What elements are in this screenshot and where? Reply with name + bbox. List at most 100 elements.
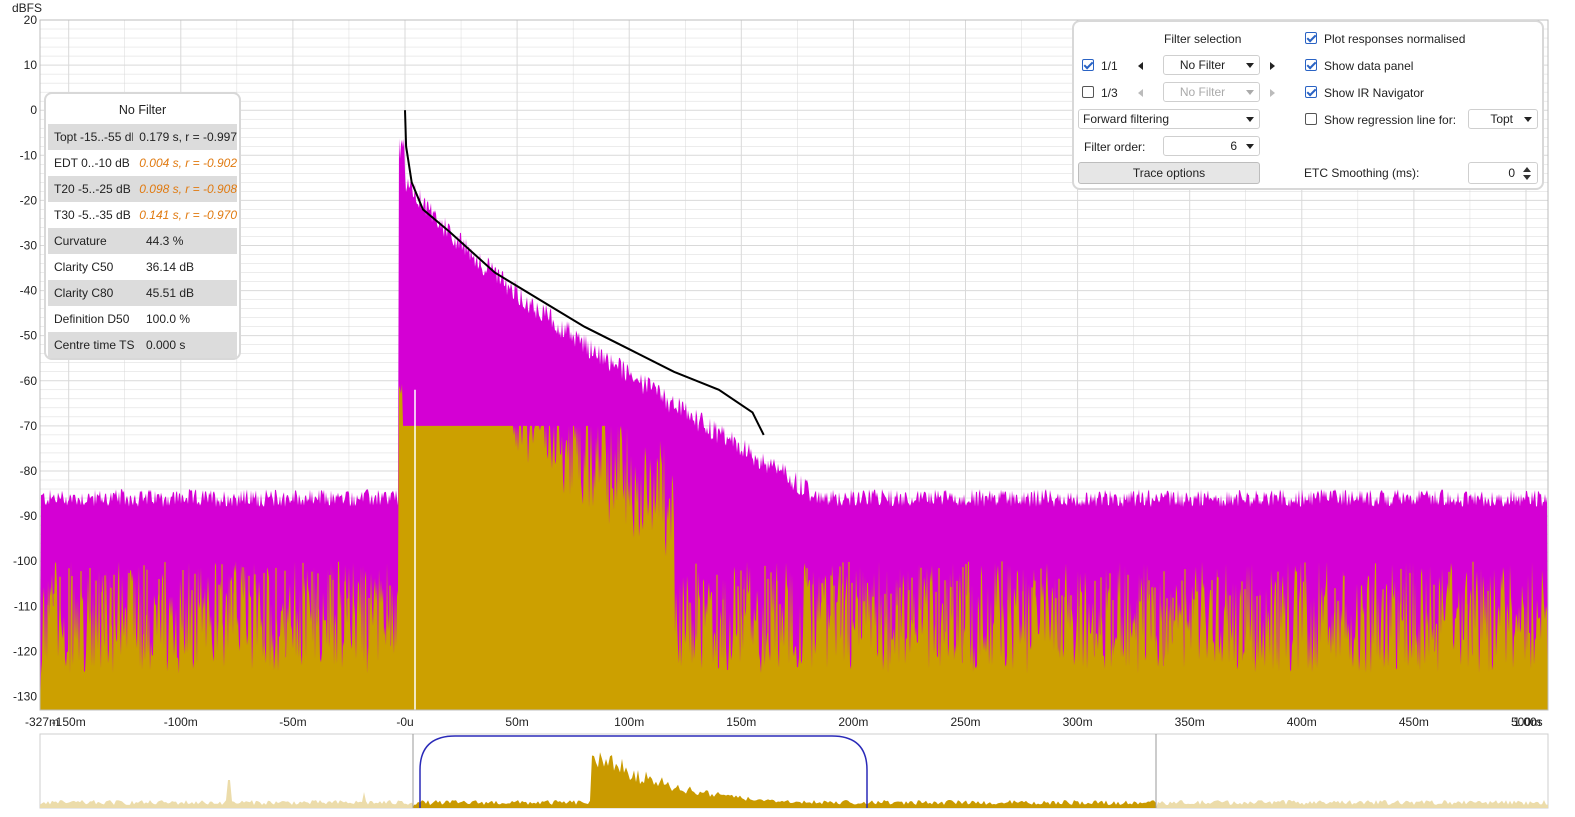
data-panel-row-label: T30 -5..-35 dB — [54, 208, 131, 222]
data-panel-row-value: 0.098 s, r = -0.908 — [139, 182, 237, 196]
data-panel-row: EDT 0..-10 dB 0.004 s, r = -0.902 — [48, 150, 237, 176]
x-tick-label: -0u — [396, 715, 413, 729]
filter-selection-title: Filter selection — [1164, 32, 1242, 46]
data-panel-row-value: 45.51 dB — [146, 286, 195, 300]
show-regression-checkbox[interactable] — [1305, 113, 1317, 125]
chevron-down-icon — [1524, 117, 1532, 122]
spinner-up-icon[interactable] — [1523, 167, 1531, 172]
filter-order-value: 6 — [1230, 139, 1237, 153]
octave-1-1-filter-dropdown[interactable]: No Filter — [1163, 55, 1260, 75]
data-panel-row-value: 44.3 % — [146, 234, 184, 248]
filter-panel: Filter selection 1/1 No Filter 1/3 No Fi… — [1072, 20, 1544, 190]
data-panel-row-label: Topt -15..-55 dB — [54, 130, 134, 144]
regression-metric-value: Topt — [1490, 112, 1513, 126]
y-axis-unit: dBFS — [12, 1, 42, 15]
etc-smoothing-label: ETC Smoothing (ms): — [1304, 166, 1420, 180]
ir-navigator-border — [39, 733, 1549, 809]
data-panel-row: Centre time TS 0.000 s — [48, 332, 237, 358]
show-ir-navigator-label: Show IR Navigator — [1324, 86, 1425, 100]
x-tick-label: 350m — [1175, 715, 1205, 729]
filtering-mode-dropdown[interactable]: Forward filtering — [1078, 109, 1260, 129]
x-tick-label: 1.00s — [1513, 715, 1542, 729]
octave-1-1-label: 1/1 — [1101, 59, 1118, 73]
data-panel-row: Clarity C50 36.14 dB — [48, 254, 237, 280]
y-tick-label: -40 — [20, 284, 38, 298]
data-panel-row-value: 0.000 s — [146, 338, 186, 352]
data-panel-row-label: Centre time TS — [54, 338, 135, 352]
ir-navigator[interactable] — [39, 733, 1549, 809]
data-panel-row-value: 0.141 s, r = -0.970 — [139, 208, 237, 222]
chevron-down-icon — [1246, 117, 1254, 122]
octave-1-3-prev-arrow-icon[interactable] — [1138, 89, 1143, 97]
y-tick-label: -60 — [20, 374, 38, 388]
y-tick-label: -110 — [14, 599, 37, 613]
y-tick-label: -70 — [20, 419, 38, 433]
x-tick-label: 300m — [1063, 715, 1093, 729]
data-panel-row: T20 -5..-25 dB 0.098 s, r = -0.908 — [48, 176, 237, 202]
x-tick-label: 200m — [838, 715, 868, 729]
x-tick-label: 50m — [505, 715, 528, 729]
etc-smoothing-spinner[interactable]: 0 — [1468, 162, 1538, 184]
trace-options-button[interactable]: Trace options — [1078, 162, 1260, 184]
data-panel-row: Definition D50 100.0 % — [48, 306, 237, 332]
y-tick-label: -30 — [20, 238, 38, 252]
data-panel-row: Clarity C80 45.51 dB — [48, 280, 237, 306]
octave-1-3-filter-value: No Filter — [1179, 85, 1226, 99]
octave-1-3-label: 1/3 — [1101, 86, 1118, 100]
data-panel-row-value: 0.004 s, r = -0.902 — [139, 156, 237, 170]
octave-1-1-prev-arrow-icon[interactable] — [1138, 62, 1143, 70]
x-tick-label: -50m — [279, 715, 306, 729]
y-tick-label: -130 — [13, 689, 37, 703]
chevron-down-icon — [1246, 144, 1254, 149]
data-panel-row: Topt -15..-55 dB 0.179 s, r = -0.997 — [48, 124, 237, 150]
plot-normalised-label: Plot responses normalised — [1324, 32, 1466, 46]
plot-normalised-checkbox[interactable] — [1305, 32, 1317, 44]
etc-smoothing-value: 0 — [1508, 166, 1515, 180]
octave-1-1-next-arrow-icon[interactable] — [1270, 62, 1275, 70]
filter-order-label: Filter order: — [1084, 140, 1146, 154]
data-panel-row-label: Clarity C50 — [54, 260, 114, 274]
data-panel-row-value: 100.0 % — [146, 312, 191, 326]
data-panel-title: No Filter — [118, 103, 167, 117]
octave-1-3-filter-dropdown[interactable]: No Filter — [1163, 82, 1260, 102]
data-panel-row: Curvature 44.3 % — [48, 228, 237, 254]
x-tick-label: 450m — [1399, 715, 1429, 729]
x-tick-label: 150m — [726, 715, 756, 729]
octave-1-1-checkbox[interactable] — [1082, 59, 1094, 71]
x-tick-label: -150m — [52, 715, 86, 729]
x-tick-label: 400m — [1287, 715, 1317, 729]
y-tick-label: -90 — [20, 509, 38, 523]
octave-1-3-checkbox[interactable] — [1082, 86, 1094, 98]
y-tick-label: -100 — [13, 554, 37, 568]
show-ir-navigator-checkbox[interactable] — [1305, 86, 1317, 98]
data-panel-row-value: 0.179 s, r = -0.997 — [139, 130, 237, 144]
octave-1-3-next-arrow-icon[interactable] — [1270, 89, 1275, 97]
x-tick-label: 250m — [950, 715, 980, 729]
octave-1-1-filter-value: No Filter — [1179, 58, 1226, 72]
data-panel-row-label: EDT 0..-10 dB — [54, 156, 130, 170]
y-tick-label: 20 — [24, 13, 38, 27]
data-panel-row-label: Clarity C80 — [54, 286, 114, 300]
y-tick-label: -10 — [20, 148, 38, 162]
x-tick-label: 100m — [614, 715, 644, 729]
y-tick-label: -20 — [20, 193, 38, 207]
y-tick-label: -80 — [20, 464, 38, 478]
regression-metric-dropdown[interactable]: Topt — [1468, 109, 1538, 129]
chevron-down-icon — [1246, 63, 1254, 68]
y-tick-label: -120 — [13, 644, 37, 658]
data-panel-row-label: Definition D50 — [54, 312, 130, 326]
y-tick-label: -50 — [20, 329, 38, 343]
filter-order-dropdown[interactable]: 6 — [1163, 136, 1260, 156]
spinner-down-icon[interactable] — [1523, 175, 1531, 180]
chevron-down-icon — [1246, 90, 1254, 95]
y-tick-label: 0 — [30, 103, 37, 117]
show-regression-label: Show regression line for: — [1324, 113, 1457, 127]
y-axis-labels: 20 10 0 -10 -20 -30 -40 -50 -60 -70 -80 -90 -100 -110… — [13, 13, 37, 703]
data-panel: No Filter Topt -15..-55 dB 0.179 s, r = -… — [44, 92, 241, 360]
show-data-panel-checkbox[interactable] — [1305, 59, 1317, 71]
data-panel-row-label: T20 -5..-25 dB — [54, 182, 131, 196]
show-data-panel-label: Show data panel — [1324, 59, 1414, 73]
data-panel-row-label: Curvature — [54, 234, 107, 248]
y-tick-label: 10 — [24, 58, 38, 72]
data-panel-row: T30 -5..-35 dB 0.141 s, r = -0.970 — [48, 202, 237, 228]
